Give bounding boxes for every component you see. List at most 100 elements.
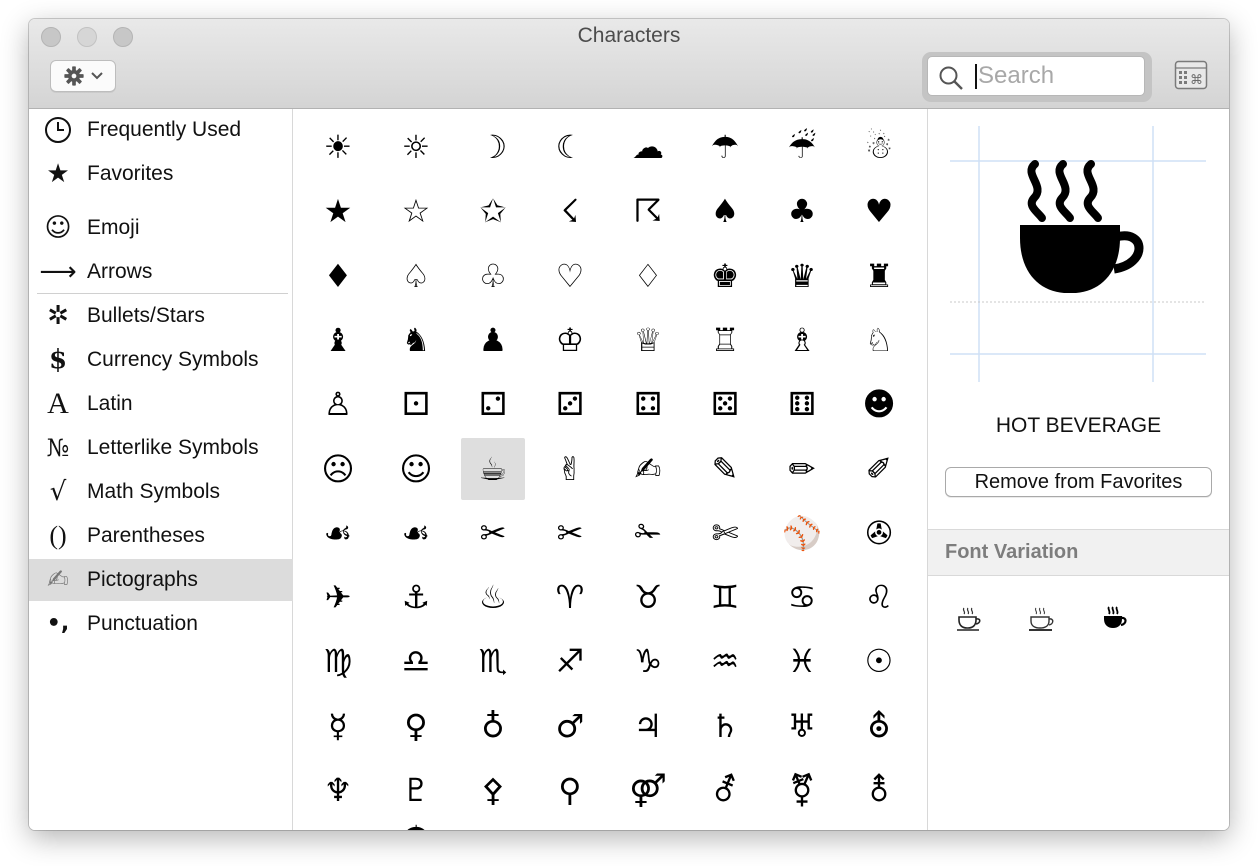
character-cell[interactable]: ♚: [693, 245, 757, 307]
character-cell[interactable]: ♣: [770, 180, 834, 242]
character-cell[interactable]: ⚅: [770, 373, 834, 435]
remove-from-favorites-button[interactable]: Remove from Favorites: [945, 467, 1212, 497]
character-cell[interactable]: ☇: [538, 180, 602, 242]
character-cell[interactable]: ⚾: [770, 502, 834, 564]
character-cell[interactable]: ☀: [306, 116, 370, 178]
character-cell[interactable]: ✈: [306, 566, 370, 628]
character-cell[interactable]: ♃: [616, 695, 680, 757]
character-cell[interactable]: ☔: [770, 116, 834, 178]
character-cell[interactable]: ♍: [306, 630, 370, 692]
character-cell[interactable]: ☽: [461, 116, 525, 178]
character-cell[interactable]: ⚀: [384, 373, 448, 435]
character-cell[interactable]: ☺: [384, 438, 448, 500]
sidebar-item-math-symbols[interactable]: √ Math Symbols: [29, 471, 293, 513]
character-cell[interactable]: ✩: [461, 180, 525, 242]
character-cell[interactable]: ♧: [461, 245, 525, 307]
character-cell[interactable]: ✂: [538, 502, 602, 564]
character-cell[interactable]: ⛢: [847, 695, 911, 757]
sidebar-item-favorites[interactable]: ★ Favorites: [29, 153, 293, 195]
character-cell[interactable]: ♄: [693, 695, 757, 757]
character-cell[interactable]: ☂: [693, 116, 757, 178]
character-cell[interactable]: ☂: [384, 821, 448, 830]
search-input[interactable]: [978, 62, 1138, 90]
character-cell[interactable]: ♨: [461, 566, 525, 628]
character-cell[interactable]: ⚴: [461, 759, 525, 821]
character-cell[interactable]: ★: [306, 180, 370, 242]
character-cell[interactable]: ♘: [847, 309, 911, 371]
character-cell[interactable]: ♕: [616, 309, 680, 371]
character-cell[interactable]: ♔: [538, 309, 602, 371]
character-cell[interactable]: ♇: [384, 759, 448, 821]
font-variation-1[interactable]: [949, 599, 989, 639]
character-cell[interactable]: ♀: [384, 695, 448, 757]
sidebar-item-pictographs[interactable]: ✍ Pictographs: [29, 559, 293, 601]
character-cell[interactable]: ☕: [461, 438, 525, 500]
character-cell[interactable]: ♌: [847, 566, 911, 628]
character-cell[interactable]: ✂: [461, 502, 525, 564]
character-cell[interactable]: ☾: [538, 116, 602, 178]
action-menu-button[interactable]: [50, 60, 116, 92]
font-variation-3[interactable]: [1094, 599, 1134, 639]
character-cell[interactable]: ⚂: [538, 373, 602, 435]
character-cell[interactable]: ♥: [847, 180, 911, 242]
character-cell[interactable]: ☃: [847, 116, 911, 178]
character-cell[interactable]: ⚤: [616, 759, 680, 821]
character-cell[interactable]: ♡: [538, 245, 602, 307]
sidebar-item-arrows[interactable]: ⟶ Arrows: [29, 251, 293, 293]
character-cell[interactable]: ♂: [538, 695, 602, 757]
sidebar-item-frequently-used[interactable]: Frequently Used: [29, 109, 293, 151]
character-cell[interactable]: ♋: [770, 566, 834, 628]
character-cell[interactable]: ♟: [461, 309, 525, 371]
character-cell[interactable]: ☆: [384, 180, 448, 242]
character-cell[interactable]: ♈: [538, 566, 602, 628]
character-cell[interactable]: ☙: [306, 502, 370, 564]
character-cell[interactable]: ♅: [770, 695, 834, 757]
character-cell[interactable]: ♓: [770, 630, 834, 692]
character-cell[interactable]: ♐: [538, 630, 602, 692]
character-cell[interactable]: ♤: [384, 245, 448, 307]
character-cell[interactable]: ♎: [384, 630, 448, 692]
sidebar-item-emoji[interactable]: ☺ Emoji: [29, 207, 293, 249]
search-field[interactable]: [927, 56, 1145, 96]
character-cell[interactable]: ☙: [384, 502, 448, 564]
character-cell[interactable]: ♦: [306, 245, 370, 307]
character-cell[interactable]: ✇: [847, 502, 911, 564]
character-cell[interactable]: ⚄: [693, 373, 757, 435]
character-cell[interactable]: ☿: [306, 695, 370, 757]
character-cell[interactable]: ♙: [306, 373, 370, 435]
character-cell[interactable]: ✄: [693, 502, 757, 564]
character-cell[interactable]: ♝: [306, 309, 370, 371]
character-cell[interactable]: ⚁: [461, 373, 525, 435]
character-cell[interactable]: ✁: [616, 502, 680, 564]
character-cell[interactable]: ⚧: [770, 759, 834, 821]
character-cell[interactable]: ♛: [770, 245, 834, 307]
character-cell[interactable]: ♜: [847, 245, 911, 307]
character-cell[interactable]: ♆: [306, 759, 370, 821]
character-cell[interactable]: ♁: [461, 695, 525, 757]
character-cell[interactable]: ♠: [693, 180, 757, 242]
character-cell[interactable]: ✎: [693, 438, 757, 500]
sidebar-item-punctuation[interactable]: •, Punctuation: [29, 603, 293, 645]
character-cell[interactable]: ♢: [616, 245, 680, 307]
character-cell[interactable]: ✐: [847, 438, 911, 500]
character-cell[interactable]: ⚲: [538, 759, 602, 821]
character-cell[interactable]: ♖: [693, 309, 757, 371]
sidebar-item-bullets-stars[interactable]: ✲ Bullets/Stars: [29, 295, 293, 337]
character-cell[interactable]: ♑: [616, 630, 680, 692]
character-cell[interactable]: ♒: [693, 630, 757, 692]
character-cell[interactable]: ⚃: [616, 373, 680, 435]
character-cell[interactable]: ☹: [306, 438, 370, 500]
character-cell[interactable]: ⚓: [384, 566, 448, 628]
sidebar-item-currency-symbols[interactable]: $ Currency Symbols: [29, 339, 293, 381]
character-cell[interactable]: ✏: [770, 438, 834, 500]
character-cell[interactable]: ✌: [538, 438, 602, 500]
character-cell[interactable]: ☻: [847, 373, 911, 435]
character-cell[interactable]: ☉: [847, 630, 911, 692]
character-cell[interactable]: ⚨: [847, 759, 911, 821]
character-cell[interactable]: ☈: [616, 180, 680, 242]
character-cell[interactable]: ♉: [616, 566, 680, 628]
sidebar-item-latin[interactable]: A Latin: [29, 383, 293, 425]
character-cell[interactable]: ♊: [693, 566, 757, 628]
font-variation-2[interactable]: [1021, 599, 1061, 639]
character-cell[interactable]: ✍: [616, 438, 680, 500]
